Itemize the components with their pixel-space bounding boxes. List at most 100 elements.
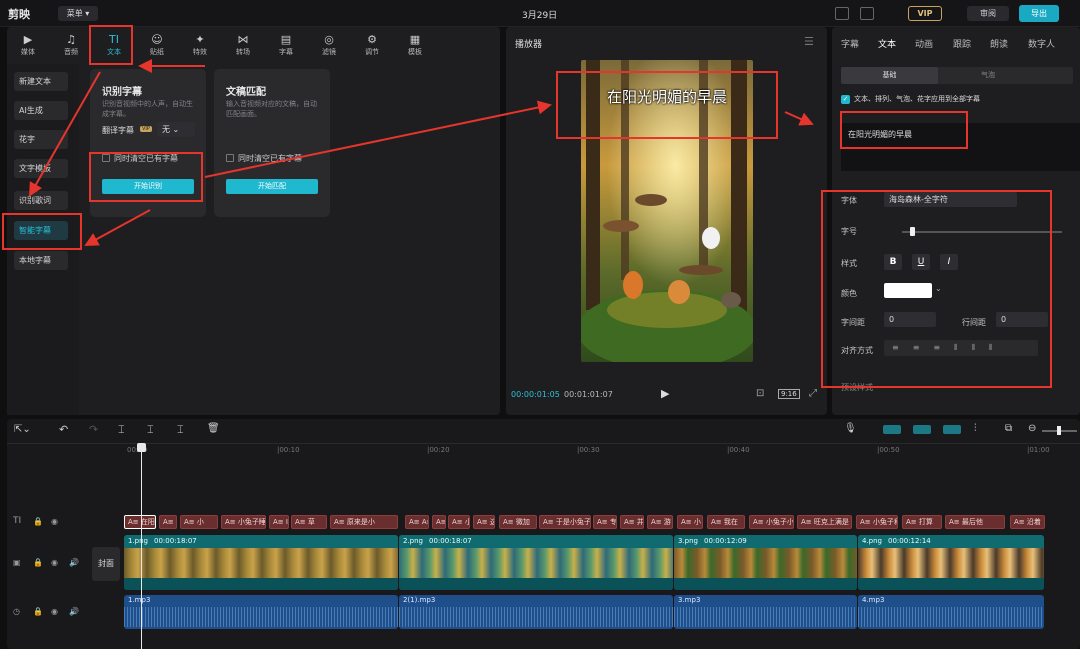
subtitle-clip[interactable]: A≡ 小兔子和小 (856, 515, 898, 529)
subtitle-clip[interactable]: A≡ 游 (647, 515, 673, 529)
caption-icon[interactable]: ⧉ (1005, 423, 1012, 434)
tab-text[interactable]: TI 文本 (96, 30, 132, 60)
size-slider[interactable] (902, 231, 1062, 233)
underline-button[interactable]: U (912, 254, 930, 270)
subtitle-clip[interactable]: A≡ 打算 (902, 515, 942, 529)
subtitle-clip[interactable]: A≡ 小兔子睡觉 (221, 515, 266, 529)
tab-sticker[interactable]: ☺ 贴纸 (139, 30, 175, 60)
color-picker[interactable] (884, 283, 932, 298)
cover-button[interactable]: 封面 (92, 547, 120, 581)
zoom-out-icon[interactable]: ⊖ (1028, 423, 1036, 434)
subtitle-clip[interactable]: A≡ 草 (291, 515, 327, 529)
line-spacing-input[interactable]: 0 (996, 312, 1048, 327)
sidebar-item-new-text[interactable]: 新建文本 (14, 72, 68, 91)
mic-icon[interactable]: 🎙 (844, 423, 857, 434)
video-clip[interactable]: 1.png 00:00:18:07 (124, 535, 398, 590)
eye-icon[interactable]: ◉ (51, 517, 58, 526)
audio-clip[interactable]: 4.mp3 (858, 595, 1044, 629)
delete-icon[interactable]: 🗑 (207, 423, 220, 434)
apply-all-checkbox[interactable]: ✓ (841, 95, 850, 104)
sidebar-item-smart-subtitle[interactable]: 智能字幕 (14, 221, 68, 240)
menu-button[interactable]: 菜单 ▾ (58, 6, 98, 21)
audio-clip[interactable]: 1.mp3 (124, 595, 398, 629)
start-match-button[interactable]: 开始匹配 (226, 179, 318, 194)
subtitle-clip[interactable]: A≡ 旺克上满是 (797, 515, 852, 529)
vip-badge[interactable]: VIP (908, 6, 942, 21)
tab-template[interactable]: ▦ 模板 (397, 30, 433, 60)
speaker-icon[interactable]: 🔊 (69, 607, 79, 616)
right-tab-4[interactable]: 朗读 (990, 37, 1008, 50)
sidebar-item-ai[interactable]: AI生成 (14, 101, 68, 120)
screenshot-icon[interactable]: ⊡ (756, 388, 764, 399)
fullscreen-icon[interactable]: ⤢ (809, 388, 817, 399)
tab-media[interactable]: ▶ 媒体 (10, 30, 46, 60)
subtitle-clip[interactable]: A≡ A≡ (405, 515, 429, 529)
tab-caption[interactable]: ▤ 字幕 (268, 30, 304, 60)
right-tab-2[interactable]: 动画 (915, 37, 933, 50)
sidebar-item-local-subtitle[interactable]: 本地字幕 (14, 251, 68, 270)
audio-clip[interactable]: 2(1).mp3 (399, 595, 673, 629)
subtitle-clip[interactable]: A≡ 在阳 (124, 515, 156, 529)
italic-button[interactable]: I (940, 254, 958, 270)
subtab-basic[interactable]: 基础 (841, 67, 938, 84)
sidebar-item-template[interactable]: 文字模板 (14, 159, 68, 178)
subtitle-clip[interactable]: A≡ 小 (180, 515, 218, 529)
preview-axis-icon[interactable] (943, 425, 961, 434)
playhead[interactable] (141, 443, 142, 649)
video-preview[interactable]: 在阳光明媚的早晨 (581, 60, 753, 362)
subtab-bubble[interactable]: 气泡 (981, 67, 995, 84)
menu-icon[interactable]: ☰ (804, 35, 814, 48)
undo-icon[interactable]: ↶ (59, 423, 68, 436)
subtitle-clip[interactable]: A≡ 小 (432, 515, 446, 529)
magnet-icon[interactable] (883, 425, 901, 434)
sidebar-item-fancy[interactable]: 花字 (14, 130, 68, 149)
tab-effects[interactable]: ✦ 特效 (182, 30, 218, 60)
lock-icon[interactable]: 🔒 (33, 517, 43, 526)
speaker-icon[interactable]: 🔊 (69, 558, 79, 567)
subtitle-clip[interactable]: A≡ 小 (677, 515, 703, 529)
subtitle-clip[interactable]: A≡ 最后他 (945, 515, 1005, 529)
tab-adjust[interactable]: ⚙ 调节 (354, 30, 390, 60)
start-recognize-button[interactable]: 开始识别 (102, 179, 194, 194)
right-tab-3[interactable]: 跟踪 (953, 37, 971, 50)
audio-clip[interactable]: 3.mp3 (674, 595, 857, 629)
split-left-icon[interactable]: ⌶ (147, 423, 154, 437)
subtitle-clip[interactable]: A≡ 微加 (499, 515, 537, 529)
tab-transition[interactable]: ⋈ 转场 (225, 30, 261, 60)
subtitle-clip[interactable]: A≡ 我在 (707, 515, 745, 529)
eye-icon[interactable]: ◉ (51, 558, 58, 567)
link-icon[interactable] (913, 425, 931, 434)
video-clip[interactable]: 2.png 00:00:18:07 (399, 535, 673, 590)
split-right-icon[interactable]: ⌶ (177, 423, 184, 437)
right-tab-5[interactable]: 数字人 (1028, 37, 1055, 50)
split-icon[interactable]: ⌶ (118, 423, 125, 437)
subtitle-clip[interactable]: A≡ 原来是小 (330, 515, 398, 529)
font-select[interactable]: 海岛森林-全字符 (884, 192, 1017, 207)
select-tool-icon[interactable]: ⇱⌄ (14, 424, 31, 435)
clear-checkbox[interactable] (102, 154, 110, 162)
subtitle-text-area[interactable]: 在阳光明媚的早晨 (841, 123, 1080, 171)
subtitle-clip[interactable]: A≡ 小松 (448, 515, 470, 529)
tab-audio[interactable]: ♫ 音频 (53, 30, 89, 60)
subtitle-clip[interactable]: A≡ 小兔子小 (749, 515, 794, 529)
video-clip[interactable]: 3.png 00:00:12:09 (674, 535, 857, 590)
ratio-button[interactable]: 9:16 (778, 389, 800, 399)
lock-icon[interactable]: 🔒 (33, 607, 43, 616)
caption-overlay[interactable]: 在阳光明媚的早晨 (591, 86, 743, 107)
subtitle-clip[interactable]: A≡ 专 (593, 515, 617, 529)
sidebar-item-lyrics[interactable]: 识别歌词 (14, 191, 68, 210)
subtitle-clip[interactable]: A≡ I (269, 515, 289, 529)
video-clip[interactable]: 4.png 00:00:12:14 (858, 535, 1044, 590)
size-slider-handle[interactable] (910, 227, 915, 236)
eye-icon[interactable]: ◉ (51, 607, 58, 616)
lock-icon[interactable]: 🔒 (33, 558, 43, 567)
right-tab-0[interactable]: 字幕 (841, 37, 859, 50)
align-buttons[interactable]: ≡≡≡⫴⫴⫴ (884, 340, 1038, 356)
play-icon[interactable]: ▶ (661, 387, 669, 400)
letter-spacing-input[interactable]: 0 (884, 312, 936, 327)
translate-select[interactable]: 无 ⌄ (157, 122, 195, 137)
clear-checkbox[interactable] (226, 154, 234, 162)
export-button[interactable]: 导出 (1019, 5, 1059, 22)
subtitle-clip[interactable]: A≡ 沿着 (1010, 515, 1045, 529)
zoom-handle[interactable] (1057, 426, 1061, 435)
